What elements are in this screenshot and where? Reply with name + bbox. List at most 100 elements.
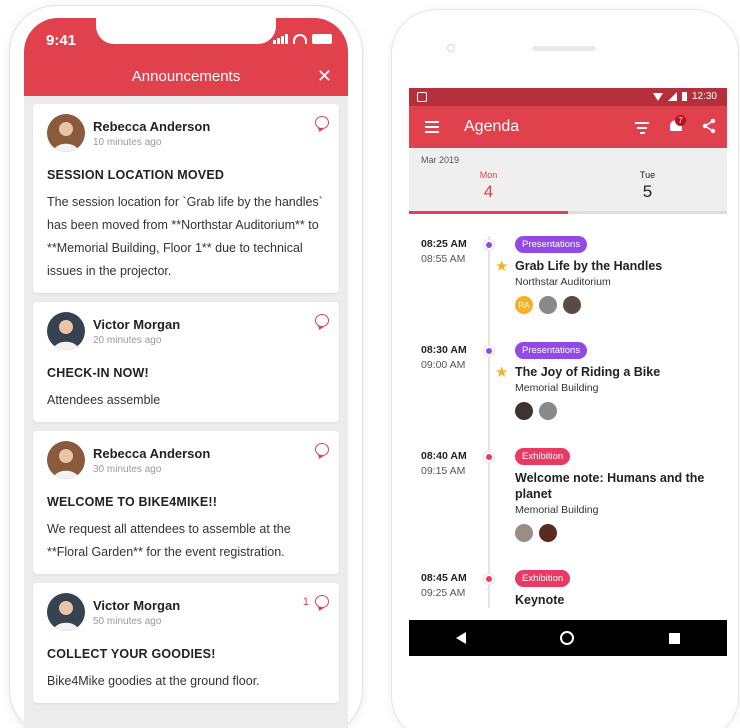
avatar bbox=[47, 441, 85, 479]
comment-count: 1 bbox=[302, 595, 309, 608]
tab-day-tue[interactable]: Tue 5 bbox=[568, 170, 727, 202]
comment-button[interactable] bbox=[309, 116, 329, 129]
session-tag: Exhibition bbox=[515, 448, 571, 465]
session-title: Grab Life by the Handles bbox=[515, 259, 663, 273]
announcement-heading: WELCOME TO BIKE4MIKE!! bbox=[47, 495, 218, 509]
menu-icon[interactable] bbox=[425, 121, 439, 136]
tab-day-mon[interactable]: Mon 4 bbox=[409, 170, 568, 202]
close-icon[interactable]: ✕ bbox=[317, 66, 332, 87]
avatar bbox=[47, 114, 85, 152]
announcement-card[interactable]: Victor Morgan 20 minutes ago CHECK-IN NO… bbox=[33, 302, 339, 422]
post-time: 30 minutes ago bbox=[93, 463, 162, 475]
speaker-avatar[interactable] bbox=[563, 296, 581, 314]
recent-apps-icon[interactable] bbox=[668, 632, 680, 644]
post-time: 10 minutes ago bbox=[93, 136, 162, 148]
timeline-dot bbox=[484, 574, 494, 584]
author-name: Victor Morgan bbox=[93, 597, 181, 613]
speaker-avatars bbox=[515, 524, 727, 542]
session-start-time: 08:25 AM bbox=[421, 238, 467, 250]
camera-icon bbox=[447, 44, 455, 52]
author-name: Rebecca Anderson bbox=[93, 445, 211, 461]
session-venue: Northstar Auditorium bbox=[515, 276, 611, 288]
comment-icon bbox=[315, 116, 329, 129]
android-nav-bar bbox=[409, 620, 727, 656]
announcement-card[interactable]: Rebecca Anderson 30 minutes ago WELCOME … bbox=[33, 431, 339, 574]
session-tag: Presentations bbox=[515, 236, 588, 253]
speaker-avatar[interactable] bbox=[539, 524, 557, 542]
comment-button[interactable]: 1 bbox=[303, 595, 329, 608]
session-start-time: 08:30 AM bbox=[421, 344, 467, 356]
wifi-icon bbox=[293, 34, 307, 44]
session-start-time: 08:45 AM bbox=[421, 572, 467, 584]
iphone-device: 9:41 Announcements ✕ Rebecca Anderson 10… bbox=[10, 6, 362, 728]
share-icon[interactable] bbox=[701, 118, 717, 134]
wifi-icon bbox=[652, 92, 663, 101]
session-start-time: 08:40 AM bbox=[421, 450, 467, 462]
star-icon[interactable]: ★ bbox=[495, 257, 508, 275]
battery-icon bbox=[681, 92, 687, 101]
filter-icon[interactable] bbox=[635, 122, 649, 137]
star-icon[interactable]: ★ bbox=[495, 363, 508, 381]
speaker-grille bbox=[532, 46, 596, 51]
avatar bbox=[47, 593, 85, 631]
agenda-list: 08:25 AM 08:55 AM Presentations ★ Grab L… bbox=[409, 214, 727, 608]
ios-screen: 9:41 Announcements ✕ Rebecca Anderson 10… bbox=[24, 18, 348, 728]
date-selector: Mar 2019 Mon 4 Tue 5 bbox=[409, 148, 727, 214]
session-title: Keynote bbox=[515, 593, 565, 607]
speaker-avatar[interactable] bbox=[515, 402, 533, 420]
speaker-avatar[interactable] bbox=[539, 402, 557, 420]
timeline-dot bbox=[484, 346, 494, 356]
day-name: Mon bbox=[479, 170, 498, 180]
speaker-avatars: RA bbox=[515, 296, 727, 314]
timeline-dot bbox=[484, 240, 494, 250]
session-title: The Joy of Riding a Bike bbox=[515, 365, 661, 379]
page-title: Announcements bbox=[131, 68, 241, 85]
session-item[interactable]: 08:30 AM 09:00 AM Presentations ★ The Jo… bbox=[409, 336, 727, 420]
signal-icon bbox=[667, 92, 677, 101]
session-item[interactable]: 08:45 AM 09:25 AM Exhibition Keynote bbox=[409, 564, 727, 608]
session-end-time: 08:55 AM bbox=[421, 253, 466, 265]
android-status-bar: 12:30 bbox=[409, 88, 727, 106]
battery-icon bbox=[312, 34, 332, 44]
comment-button[interactable] bbox=[309, 443, 329, 456]
day-name: Tue bbox=[639, 170, 656, 180]
page-title: Agenda bbox=[464, 118, 520, 135]
comment-icon bbox=[315, 443, 329, 456]
session-item[interactable]: 08:40 AM 09:15 AM Exhibition Welcome not… bbox=[409, 442, 727, 542]
author-name: Victor Morgan bbox=[93, 316, 181, 332]
announcement-heading: CHECK-IN NOW! bbox=[47, 366, 149, 380]
session-end-time: 09:25 AM bbox=[421, 587, 466, 599]
notification-badge: 7 bbox=[675, 115, 686, 126]
speaker-avatar[interactable] bbox=[515, 524, 533, 542]
timeline-dot bbox=[484, 452, 494, 462]
post-time: 20 minutes ago bbox=[93, 334, 162, 346]
notification-icon bbox=[417, 92, 427, 102]
announcement-body: The session location for `Grab life by t… bbox=[47, 195, 323, 278]
session-title: Welcome note: Humans and the planet bbox=[515, 471, 705, 501]
author-name: Rebecca Anderson bbox=[93, 118, 211, 134]
session-tag: Exhibition bbox=[515, 570, 571, 587]
month-label: Mar 2019 bbox=[421, 155, 460, 165]
android-status-time: 12:30 bbox=[691, 91, 717, 102]
announcement-card[interactable]: Rebecca Anderson 10 minutes ago SESSION … bbox=[33, 104, 339, 293]
day-number: 4 bbox=[483, 182, 494, 201]
announcement-body: Bike4Mike goodies at the ground floor. bbox=[47, 674, 260, 688]
announcement-body: We request all attendees to assemble at … bbox=[47, 522, 291, 559]
bell-icon[interactable]: 7 bbox=[669, 115, 686, 133]
announcement-card[interactable]: Victor Morgan 50 minutes ago 1 COLLECT Y… bbox=[33, 583, 339, 703]
back-icon[interactable] bbox=[456, 632, 467, 644]
android-device: 12:30 Agenda 7 Mar 2019 Mon 4 Tue 5 08:2… bbox=[392, 10, 738, 728]
ios-status-time: 9:41 bbox=[46, 32, 77, 49]
home-icon[interactable] bbox=[560, 631, 575, 645]
session-item[interactable]: 08:25 AM 08:55 AM Presentations ★ Grab L… bbox=[409, 230, 727, 314]
avatar bbox=[47, 312, 85, 350]
announcement-body: Attendees assemble bbox=[47, 393, 161, 407]
speaker-avatar[interactable] bbox=[539, 296, 557, 314]
comment-icon bbox=[315, 595, 329, 608]
comment-button[interactable] bbox=[309, 314, 329, 327]
session-end-time: 09:00 AM bbox=[421, 359, 466, 371]
ios-status-icons bbox=[273, 34, 332, 44]
speaker-avatar[interactable]: RA bbox=[515, 296, 533, 314]
day-number: 5 bbox=[642, 182, 653, 201]
announcements-header: 9:41 Announcements ✕ bbox=[24, 18, 348, 96]
